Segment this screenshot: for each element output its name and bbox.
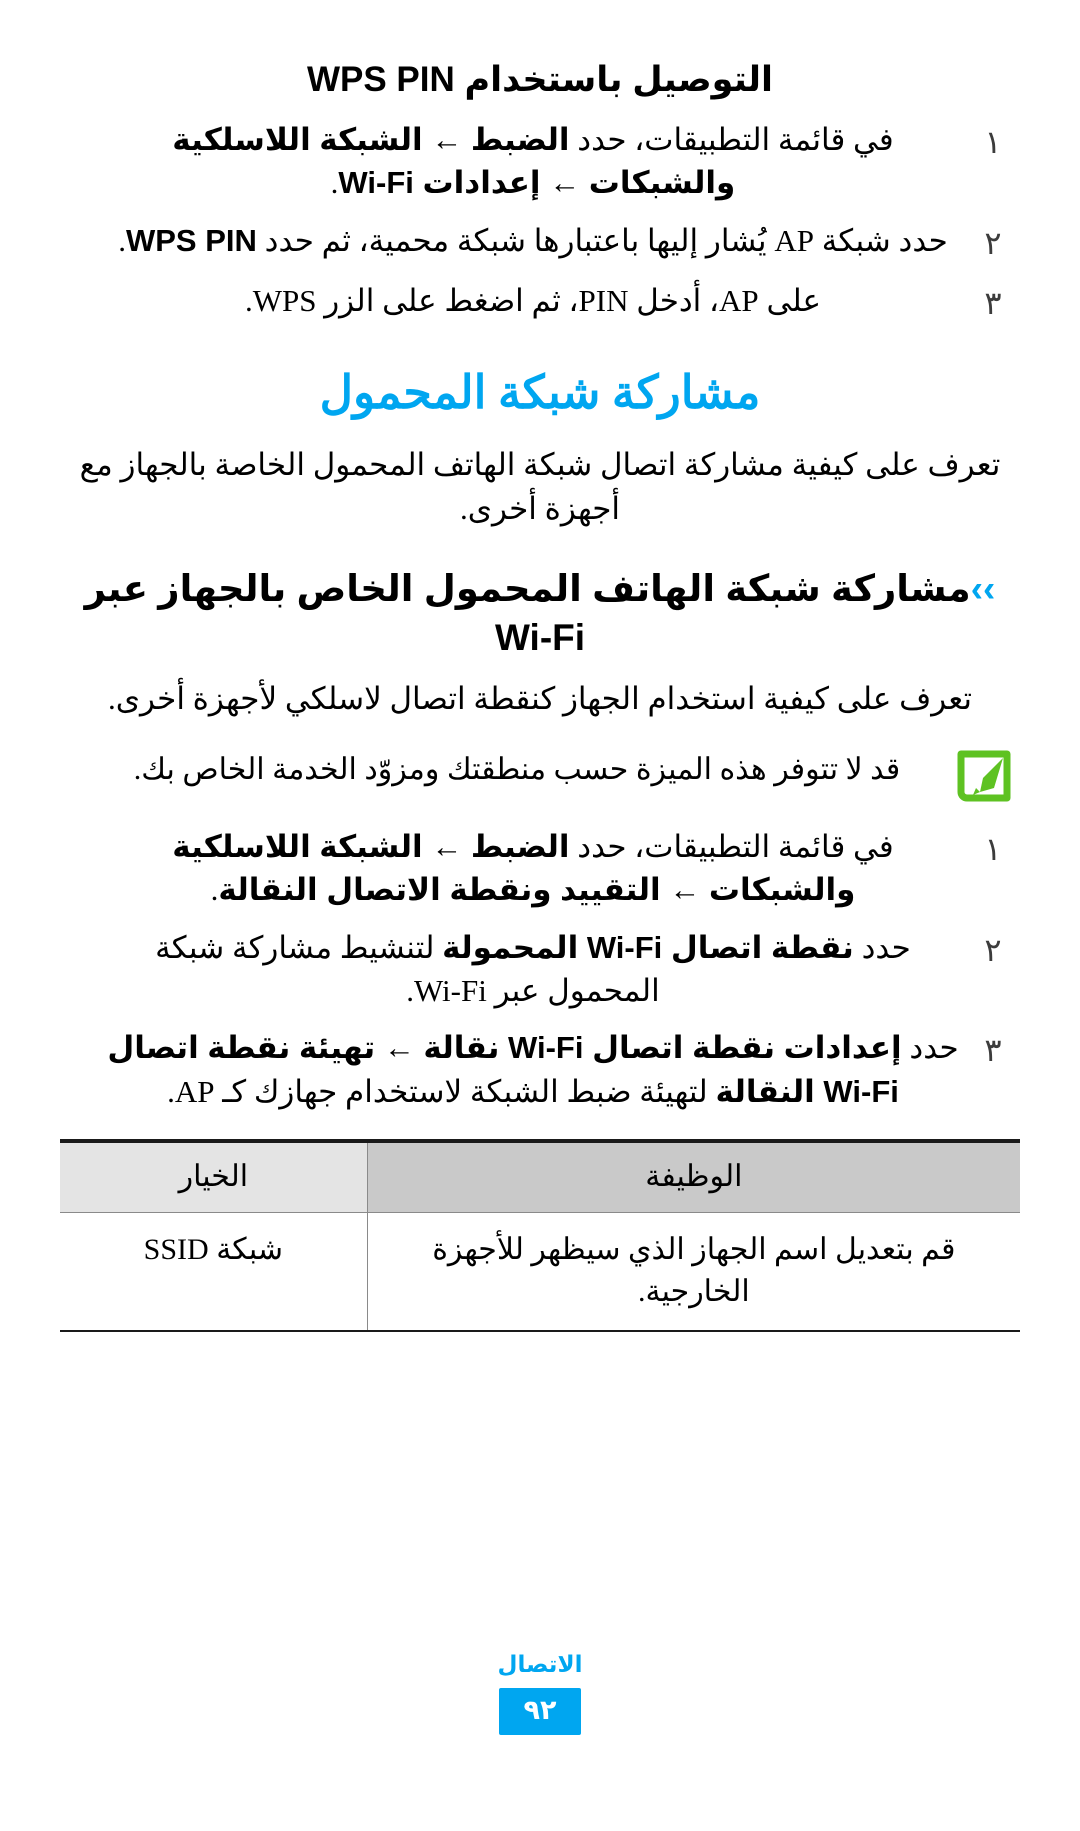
step-number: ١ — [984, 830, 1002, 867]
page-footer: الاتصال ٩٢ — [0, 1651, 1080, 1735]
step-text-bold: التقييد ونقطة الاتصال النقالة — [218, 872, 661, 908]
step-number: ٢ — [984, 224, 1002, 261]
wps-pin-heading: التوصيل باستخدام WPS PIN — [306, 60, 774, 99]
step-text-bold: WPS PIN — [125, 222, 257, 258]
wifi-share-subheading: ››مشاركة شبكة الهاتف المحمول الخاص بالجه… — [60, 565, 1020, 663]
step-item: ٢ حدد شبكة AP يُشار إليها باعتبارها شبكة … — [60, 219, 1020, 265]
step-text-plain: حدد — [901, 1030, 959, 1066]
table-header-option: الخيار — [60, 1139, 368, 1213]
step-text-bold: ← — [540, 165, 589, 201]
step-text-plain: لتهيئة ضبط الشبكة لاستخدام جهازك كـ AP. — [167, 1073, 716, 1109]
step-text: في قائمة التطبيقات، حدد الضبط ← الشبكة ا… — [60, 118, 966, 205]
options-table: الوظيفة الخيار قم بتعديل اسم الجهاز الذي… — [60, 1139, 1020, 1332]
step-number: ١ — [984, 124, 1002, 160]
step-text-bold: ← — [375, 1030, 424, 1066]
step-text-bold: الضبط — [470, 828, 570, 864]
table-header-row: الوظيفة الخيار — [60, 1139, 1020, 1213]
manual-page: التوصيل باستخدام WPS PIN ١ في قائمة التطب… — [0, 60, 1080, 1831]
wifi-share-intro: تعرف على كيفية استخدام الجهاز كنقطة اتصا… — [108, 680, 972, 716]
options-table-head: الوظيفة الخيار — [60, 1139, 1020, 1213]
step-text-bold: ← — [660, 872, 709, 908]
wifi-share-subheading-label: مشاركة شبكة الهاتف المحمول الخاص بالجهاز… — [84, 568, 971, 658]
note-pencil-icon — [948, 745, 1020, 807]
chevron-double-icon: ›› — [970, 568, 996, 610]
step-text-bold: نقطة اتصال Wi-Fi المحمولة — [442, 929, 854, 965]
step-text: في قائمة التطبيقات، حدد الضبط ← الشبكة ا… — [60, 825, 966, 912]
step-text-plain: حدد شبكة AP يُشار إليها باعتبارها شبكة م… — [256, 222, 948, 258]
step-item: ٢ حدد نقطة اتصال Wi-Fi المحمولة لتنشيط مش… — [60, 926, 1020, 1013]
step-item: ١ في قائمة التطبيقات، حدد الضبط ← الشبكة … — [60, 118, 1020, 205]
step-number: ٣ — [984, 284, 1002, 321]
step-item: ٣ حدد إعدادات نقطة اتصال Wi-Fi نقالة ← ته… — [60, 1026, 1020, 1113]
mobile-share-intro: تعرف على كيفية مشاركة اتصال شبكة الهاتف … — [79, 447, 1001, 527]
step-text-bold: ← — [422, 828, 471, 864]
step-number: ٣ — [984, 1032, 1002, 1069]
step-text-plain: في قائمة التطبيقات، حدد — [569, 828, 894, 864]
step-text-plain: في قائمة التطبيقات، حدد — [569, 122, 894, 157]
step-text: حدد شبكة AP يُشار إليها باعتبارها شبكة م… — [60, 219, 966, 262]
table-cell-function: قم بتعديل اسم الجهاز الذي سيظهر للأجهزة … — [367, 1212, 1020, 1332]
note-block: قد لا تتوفر هذه الميزة حسب منطقتك ومزوّد… — [60, 743, 1020, 807]
footer-page-number: ٩٢ — [499, 1688, 581, 1735]
step-text: على AP، أدخل PIN، ثم اضغط على الزر WPS. — [60, 279, 966, 322]
mobile-share-heading: مشاركة شبكة المحمول — [319, 367, 761, 419]
footer-chapter-label: الاتصال — [497, 1651, 583, 1677]
step-item: ٣ على AP، أدخل PIN، ثم اضغط على الزر WPS. — [60, 279, 1020, 325]
step-text: حدد نقطة اتصال Wi-Fi المحمولة لتنشيط مشا… — [60, 926, 966, 1013]
step-text-plain: حدد — [853, 929, 911, 965]
step-text: حدد إعدادات نقطة اتصال Wi-Fi نقالة ← تهي… — [60, 1026, 966, 1113]
step-text-bold: ← — [422, 122, 471, 157]
step-text-plain: . — [118, 222, 126, 258]
step-text-bold: إعدادات نقطة اتصال Wi-Fi نقالة — [423, 1030, 902, 1066]
table-header-function: الوظيفة — [367, 1139, 1020, 1213]
wifi-share-steps: ١ في قائمة التطبيقات، حدد الضبط ← الشبكة … — [60, 825, 1020, 1113]
step-text-bold: الضبط — [470, 122, 570, 157]
step-item: ١ في قائمة التطبيقات، حدد الضبط ← الشبكة … — [60, 825, 1020, 912]
table-row: قم بتعديل اسم الجهاز الذي سيظهر للأجهزة … — [60, 1212, 1020, 1332]
wps-pin-steps: ١ في قائمة التطبيقات، حدد الضبط ← الشبكة … — [60, 118, 1020, 325]
step-number: ٢ — [984, 931, 1002, 968]
note-text: قد لا تتوفر هذه الميزة حسب منطقتك ومزوّد… — [133, 752, 901, 786]
step-text-plain: على AP، أدخل PIN، ثم اضغط على الزر WPS. — [244, 282, 822, 318]
options-table-body: قم بتعديل اسم الجهاز الذي سيظهر للأجهزة … — [60, 1212, 1020, 1332]
step-text-bold: إعدادات Wi-Fi — [338, 165, 541, 201]
table-cell-option: شبكة SSID — [60, 1212, 368, 1332]
